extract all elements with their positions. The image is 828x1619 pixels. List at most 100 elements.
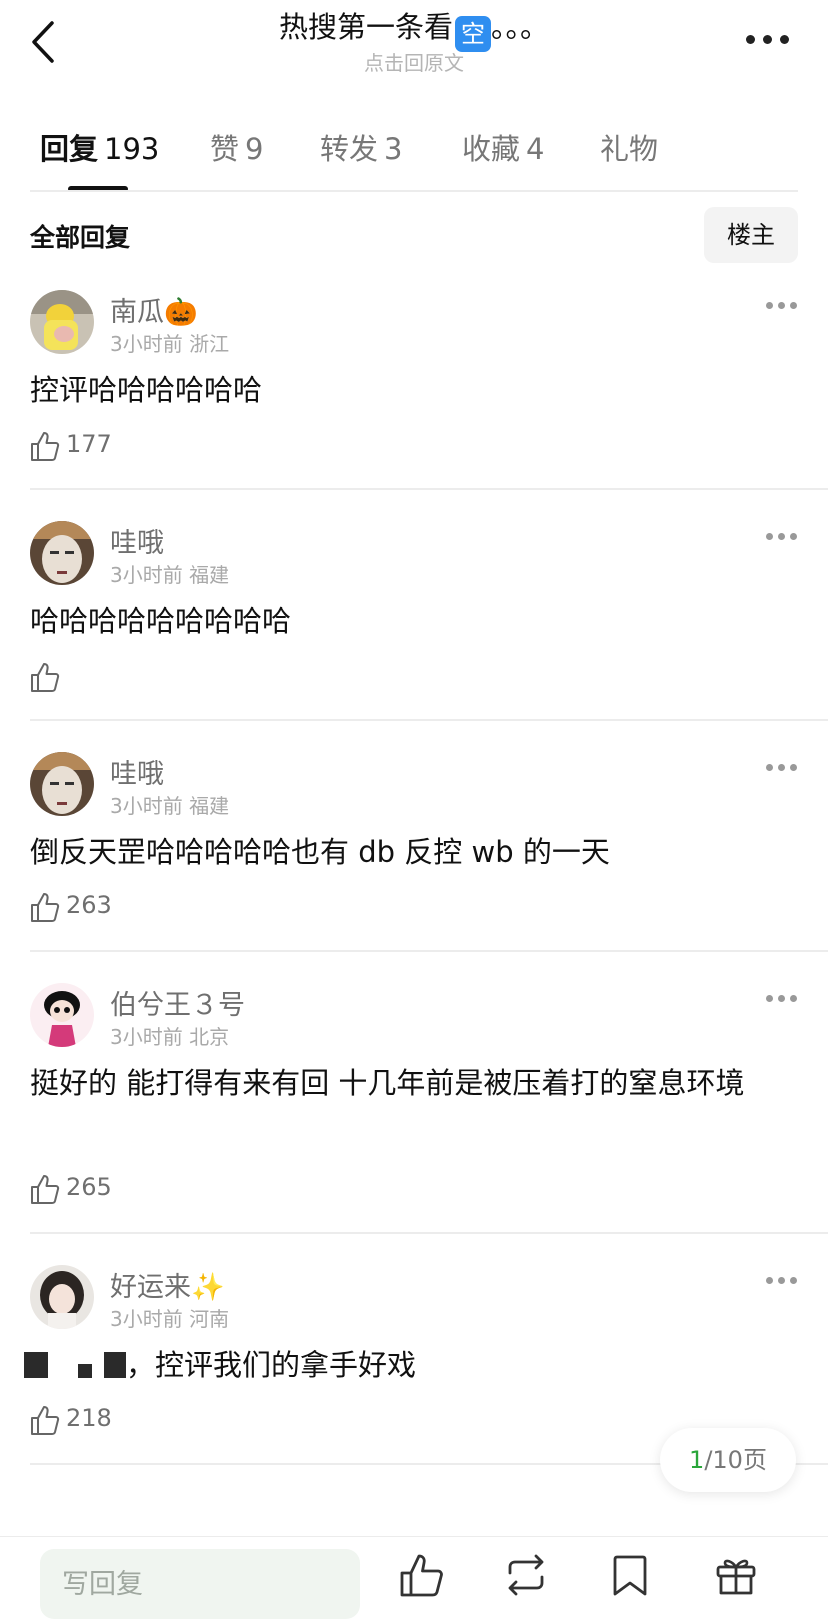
post-title-link[interactable]: 热搜第一条看空。。。 点击回原文 xyxy=(170,8,658,76)
comment-text: ，控评我们的拿手好戏 xyxy=(24,1339,794,1391)
comment-more-button[interactable] xyxy=(766,995,798,1003)
tab-likes[interactable]: 赞9 xyxy=(210,126,263,168)
location: 福建 xyxy=(189,794,230,818)
comment-divider xyxy=(30,719,828,721)
avatar[interactable] xyxy=(30,752,94,816)
tab-replies[interactable]: 回复 193 xyxy=(40,126,159,168)
like-count: 265 xyxy=(66,1173,112,1201)
title-emoji: 空 xyxy=(455,16,491,52)
comment-divider xyxy=(30,488,828,490)
thumbs-up-icon xyxy=(31,893,60,922)
username[interactable]: 好运来✨ xyxy=(110,1265,225,1304)
comment-meta: 3小时前 福建 xyxy=(110,790,229,819)
top-bar: 热搜第一条看空。。。 点击回原文 xyxy=(0,0,828,90)
avatar[interactable] xyxy=(30,1265,94,1329)
favorite-button[interactable] xyxy=(606,1551,654,1599)
comment-meta: 3小时前 浙江 xyxy=(110,328,229,357)
comment-item: 伯兮王３号 3小时前 北京 挺好的 能打得有来有回 十几年前是被压着打的窒息环境… xyxy=(0,983,828,1233)
gift-icon xyxy=(716,1559,756,1595)
comment-more-button[interactable] xyxy=(766,1277,798,1285)
tab-label: 收藏 xyxy=(462,132,521,166)
thumbs-up-icon xyxy=(400,1554,443,1597)
timestamp: 3小时前 xyxy=(110,332,183,356)
avatar-image xyxy=(30,521,94,585)
avatar-image xyxy=(30,290,94,354)
location: 北京 xyxy=(189,1025,230,1049)
tab-divider xyxy=(30,190,798,192)
thumbs-up-icon xyxy=(31,663,60,692)
redacted-block xyxy=(104,1352,126,1378)
more-dot xyxy=(763,35,772,44)
bookmark-icon xyxy=(613,1555,647,1596)
like-count: 218 xyxy=(66,1404,112,1432)
location: 浙江 xyxy=(189,332,230,356)
more-horizontal-icon xyxy=(746,35,755,44)
bottom-action-bar xyxy=(0,1536,828,1619)
username[interactable]: 哇哦 xyxy=(110,752,164,791)
gift-button[interactable] xyxy=(712,1551,760,1599)
comment-more-button[interactable] xyxy=(766,302,798,310)
like-count: 263 xyxy=(66,891,112,919)
timestamp: 3小时前 xyxy=(110,1025,183,1049)
reply-input[interactable] xyxy=(40,1549,360,1619)
like-post-button[interactable] xyxy=(398,1551,446,1599)
comment-text-visible: ，控评我们的拿手好戏 xyxy=(126,1348,417,1382)
all-replies-label: 全部回复 xyxy=(30,223,131,252)
tab-reposts[interactable]: 转发 3 xyxy=(320,126,402,168)
comment-text: 倒反天罡哈哈哈哈哈也有 db 反控 wb 的一天 xyxy=(30,835,610,869)
location: 福建 xyxy=(189,563,230,587)
more-dot xyxy=(780,35,789,44)
page-title: 热搜第一条看空。。。 xyxy=(170,8,658,52)
comment-text: 哈哈哈哈哈哈哈哈哈 xyxy=(30,604,292,638)
tab-count: 4 xyxy=(526,132,545,166)
tab-label: 赞 xyxy=(210,132,240,166)
repost-icon xyxy=(508,1554,544,1596)
timestamp: 3小时前 xyxy=(110,563,183,587)
thumbs-up-icon xyxy=(31,1175,60,1204)
thumbs-up-icon xyxy=(31,1406,60,1435)
back-button[interactable] xyxy=(28,20,60,64)
timestamp: 3小时前 xyxy=(110,794,183,818)
username[interactable]: 哇哦 xyxy=(110,521,164,560)
timestamp: 3小时前 xyxy=(110,1307,183,1331)
location: 河南 xyxy=(189,1307,230,1331)
tab-label: 回复 xyxy=(40,132,99,166)
tab-favorites[interactable]: 收藏 4 xyxy=(462,126,544,168)
comment-more-button[interactable] xyxy=(766,533,798,541)
tab-count: 3 xyxy=(384,132,403,166)
tab-label: 礼物 xyxy=(600,132,659,166)
tab-count: 9 xyxy=(245,132,264,166)
total-pages: 10页 xyxy=(712,1446,767,1474)
chevron-left-icon xyxy=(32,21,54,63)
username[interactable]: 伯兮王３号 xyxy=(110,983,245,1022)
comment-meta: 3小时前 河南 xyxy=(110,1303,229,1332)
comment-item: 哇哦 3小时前 福建 哈哈哈哈哈哈哈哈哈 xyxy=(0,521,828,721)
owner-only-button[interactable]: 楼主 xyxy=(704,207,798,263)
comment-divider xyxy=(30,950,828,952)
redacted-block xyxy=(24,1352,48,1378)
comment-divider xyxy=(30,1232,828,1234)
avatar[interactable] xyxy=(30,521,94,585)
username[interactable]: 南瓜🎃 xyxy=(110,290,198,329)
comment-more-button[interactable] xyxy=(766,764,798,772)
like-count: 177 xyxy=(66,430,112,458)
tab-count: 193 xyxy=(104,132,160,166)
tab-gifts[interactable]: 礼物 xyxy=(600,126,658,168)
comment-text: 控评哈哈哈哈哈哈 xyxy=(30,373,263,407)
repost-button[interactable] xyxy=(502,1551,550,1599)
comment-item: 南瓜🎃 3小时前 浙江 控评哈哈哈哈哈哈 177 xyxy=(0,290,828,490)
interaction-tabs: 回复 193 赞9 转发 3 收藏 4 礼物 xyxy=(0,120,828,192)
comment-text: 挺好的 能打得有来有回 十几年前是被压着打的窒息环境 xyxy=(30,1066,745,1100)
page-indicator[interactable]: 1/10页 xyxy=(660,1428,796,1492)
comment-meta: 3小时前 北京 xyxy=(110,1021,229,1050)
avatar-image xyxy=(30,752,94,816)
thumbs-up-icon xyxy=(31,432,60,461)
back-to-original-link: 点击回原文 xyxy=(364,51,464,75)
comment-meta: 3小时前 福建 xyxy=(110,559,229,588)
current-page: 1 xyxy=(689,1446,705,1474)
avatar[interactable] xyxy=(30,290,94,354)
redacted-block xyxy=(78,1364,92,1378)
more-options-button[interactable] xyxy=(746,32,790,46)
avatar[interactable] xyxy=(30,983,94,1047)
avatar-image xyxy=(30,983,94,1047)
